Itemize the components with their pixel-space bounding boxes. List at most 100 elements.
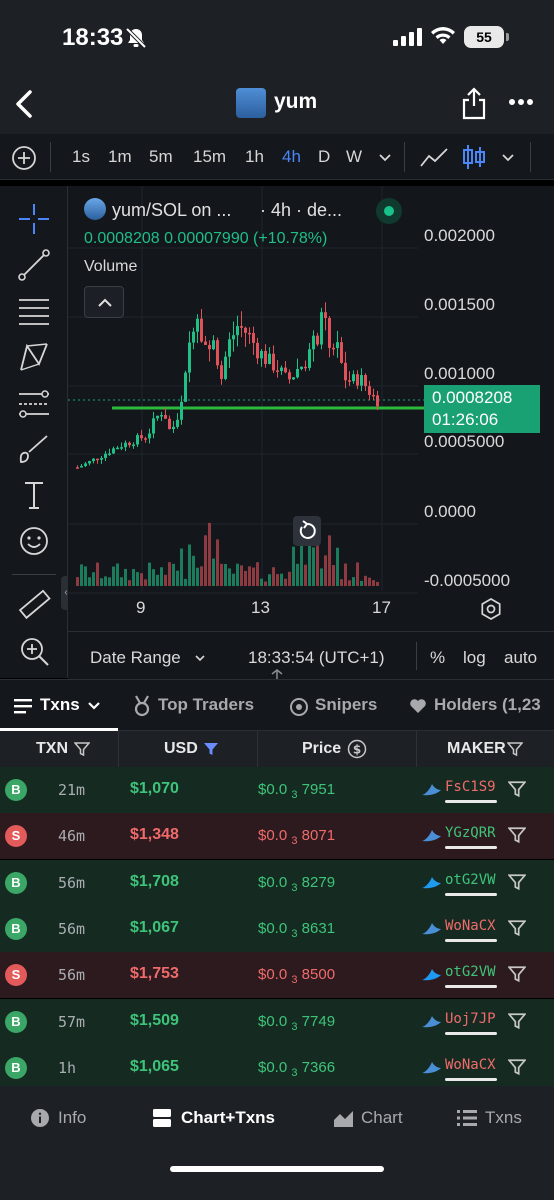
volume-bar <box>268 574 271 586</box>
chevron-down-icon[interactable] <box>194 654 206 662</box>
list-icon <box>14 699 32 714</box>
txn-type-badge: B <box>5 871 27 894</box>
timeframe-1h[interactable]: 1h <box>245 147 264 167</box>
filter-icon[interactable] <box>508 1012 526 1030</box>
tab-snipers[interactable]: Snipers <box>315 695 377 715</box>
line-chart-type-icon[interactable] <box>419 146 449 168</box>
table-row[interactable]: S 56m $1,753 $0.0 3 8500 otG2VW <box>0 952 554 999</box>
table-row[interactable]: S 46m $1,348 $0.0 3 8071 YGzQRR <box>0 813 554 860</box>
volume-bar <box>92 572 95 586</box>
horizontal-lines-icon[interactable] <box>17 294 51 328</box>
table-row[interactable]: B 21m $1,070 $0.0 3 7951 FsC1S9 <box>0 767 554 813</box>
txn-type-badge: B <box>5 1010 27 1033</box>
maker-address[interactable]: Uoj7JP <box>445 1011 496 1027</box>
emoji-icon[interactable] <box>17 524 51 558</box>
more-options-icon[interactable] <box>509 98 533 106</box>
share-icon[interactable] <box>461 86 487 120</box>
chart-settings-icon[interactable] <box>480 598 502 620</box>
tab-holders[interactable]: Holders (1,23 <box>434 695 541 715</box>
nav-chart-txns[interactable]: Chart+Txns <box>181 1108 275 1128</box>
col-txn[interactable]: TXN <box>36 740 68 758</box>
timeframe-1m[interactable]: 1m <box>108 147 132 167</box>
maker-address[interactable]: otG2VW <box>445 872 496 888</box>
txn-usd: $1,509 <box>130 1011 179 1029</box>
chevron-down-icon[interactable] <box>501 153 515 162</box>
maker-address[interactable]: FsC1S9 <box>445 779 496 795</box>
token-title: yum <box>274 90 318 113</box>
brush-icon[interactable] <box>17 432 51 466</box>
currency-toggle-icon[interactable]: $ <box>347 739 367 759</box>
live-status-dot[interactable] <box>376 198 402 224</box>
nav-info[interactable]: Info <box>58 1108 86 1128</box>
timeframe-d[interactable]: D <box>318 147 330 167</box>
volume-bar <box>248 566 251 586</box>
timeframe-w[interactable]: W <box>346 147 362 167</box>
timeframe-4h[interactable]: 4h <box>282 147 301 167</box>
candlestick-type-icon[interactable] <box>462 143 486 171</box>
timeframe-1s[interactable]: 1s <box>72 147 90 167</box>
filter-icon[interactable] <box>508 919 526 937</box>
fib-retracement-icon[interactable] <box>17 386 51 420</box>
target-icon <box>290 698 308 716</box>
price-axis-label: 0.001500 <box>424 295 495 314</box>
filter-icon[interactable] <box>508 873 526 891</box>
ruler-icon[interactable] <box>17 588 51 622</box>
tab-txns[interactable]: Txns <box>40 695 80 715</box>
maker-address[interactable]: WoNaCX <box>445 1057 496 1073</box>
filter-icon[interactable] <box>507 741 523 757</box>
reset-chart-button[interactable] <box>293 516 321 546</box>
timeframe-15m[interactable]: 15m <box>193 147 226 167</box>
percent-toggle[interactable]: % <box>430 648 445 668</box>
filter-icon[interactable] <box>508 780 526 798</box>
crosshair-icon[interactable] <box>17 202 51 236</box>
zoom-in-icon[interactable] <box>17 634 51 668</box>
volume-bar <box>324 555 327 586</box>
candle-body <box>356 374 359 386</box>
maker-address[interactable]: otG2VW <box>445 964 496 980</box>
filter-icon[interactable] <box>508 965 526 983</box>
current-price-tag: 0.0008208 01:26:06 <box>424 385 540 433</box>
candle-body <box>276 370 279 372</box>
candle-body <box>196 318 199 332</box>
chevron-down-icon[interactable] <box>378 153 392 162</box>
candle-body <box>128 442 131 446</box>
filter-icon[interactable] <box>74 741 90 757</box>
nav-txns[interactable]: Txns <box>485 1108 522 1128</box>
table-row[interactable]: B 56m $1,067 $0.0 3 8631 WoNaCX <box>0 905 554 952</box>
volume-bar <box>320 568 323 586</box>
add-indicator-icon[interactable] <box>11 145 37 171</box>
maker-balance-bar <box>445 846 497 850</box>
table-row[interactable]: B 1h $1,065 $0.0 3 7366 WoNaCX <box>0 1044 554 1091</box>
filter-active-icon[interactable] <box>203 741 219 757</box>
table-row[interactable]: B 57m $1,509 $0.0 3 7749 Uoj7JP <box>0 998 554 1045</box>
table-row[interactable]: B 56m $1,708 $0.0 3 8279 otG2VW <box>0 859 554 906</box>
timeframe-5m[interactable]: 5m <box>149 147 173 167</box>
filter-icon[interactable] <box>508 1058 526 1076</box>
candle-body <box>376 395 379 407</box>
maker-address[interactable]: WoNaCX <box>445 918 496 934</box>
col-maker[interactable]: MAKER <box>447 740 506 758</box>
price-chart[interactable]: yum/SOL on ... · 4h · de... 0.0008208 0.… <box>68 186 554 631</box>
auto-toggle[interactable]: auto <box>504 648 537 668</box>
nav-chart[interactable]: Chart <box>361 1108 403 1128</box>
collapse-legend-button[interactable] <box>84 286 124 318</box>
volume-bar <box>176 570 179 586</box>
chart-clock[interactable]: 18:33:54 (UTC+1) <box>248 648 385 668</box>
back-arrow-icon[interactable] <box>12 88 36 120</box>
tab-top-traders[interactable]: Top Traders <box>158 695 254 715</box>
volume-bar <box>100 578 103 586</box>
log-toggle[interactable]: log <box>463 648 486 668</box>
txn-type-badge: B <box>5 779 27 801</box>
text-tool-icon[interactable] <box>17 478 51 512</box>
maker-address[interactable]: YGzQRR <box>445 825 496 841</box>
col-price[interactable]: Price <box>302 740 341 758</box>
chevron-down-icon[interactable] <box>87 701 101 711</box>
volume-bar <box>340 579 343 586</box>
trend-line-icon[interactable] <box>17 248 51 282</box>
col-usd[interactable]: USD <box>164 740 198 758</box>
date-range-dropdown[interactable]: Date Range <box>90 648 181 668</box>
pattern-tool-icon[interactable] <box>17 340 51 374</box>
volume-bar <box>104 576 107 586</box>
filter-icon[interactable] <box>508 826 526 844</box>
volume-bar <box>124 568 127 586</box>
